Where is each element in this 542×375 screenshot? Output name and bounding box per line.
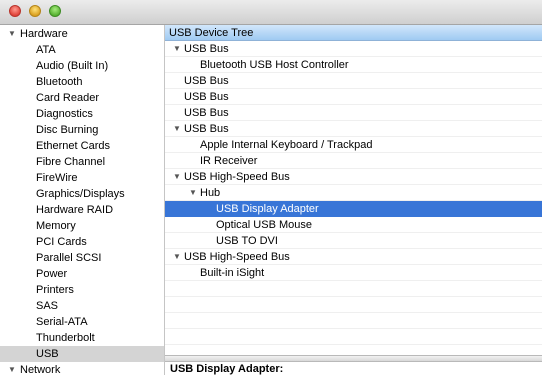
tree-row-usb-high-speed-bus[interactable]: ▼ USB High-Speed Bus	[165, 169, 542, 185]
tree-row-label: USB High-Speed Bus	[184, 251, 290, 263]
sidebar-item-label: Audio (Built In)	[36, 60, 109, 72]
tree-row-label: Built-in iSight	[200, 267, 265, 279]
sidebar-item-network[interactable]: ▼ Network	[0, 362, 164, 375]
disclosure-triangle-icon[interactable]: ▼	[173, 249, 181, 265]
sidebar-item-graphics-displays[interactable]: Graphics/Displays	[0, 186, 164, 202]
sidebar-item-label: USB	[36, 348, 59, 360]
tree-row-label: USB Display Adapter	[216, 203, 319, 215]
sidebar-item-label: Card Reader	[36, 92, 99, 104]
sidebar-item-sas[interactable]: SAS	[0, 298, 164, 314]
detail-title: USB Display Adapter:	[170, 363, 284, 375]
sidebar-item-label: Hardware	[20, 28, 68, 40]
tree-row-label: USB Bus	[184, 43, 229, 55]
sidebar-item-label: Hardware RAID	[36, 204, 114, 216]
tree-row-label: Hub	[200, 187, 221, 199]
tree-row-label: USB Bus	[184, 107, 229, 119]
tree-row-label: USB High-Speed Bus	[184, 171, 290, 183]
device-tree-header[interactable]: USB Device Tree	[165, 25, 542, 41]
tree-row-empty	[165, 297, 542, 313]
sidebar-item-power[interactable]: Power	[0, 266, 164, 282]
disclosure-triangle-icon[interactable]: ▼	[173, 121, 181, 137]
sidebar-item-label: Ethernet Cards	[36, 140, 110, 152]
minimize-window-button[interactable]	[29, 5, 41, 17]
tree-row-usb-bus[interactable]: USB Bus	[165, 89, 542, 105]
tree-row-empty	[165, 313, 542, 329]
sidebar-item-hardware[interactable]: ▼ Hardware	[0, 26, 164, 42]
tree-row-built-in-isight[interactable]: Built-in iSight	[165, 265, 542, 281]
tree-row-usb-high-speed-bus[interactable]: ▼ USB High-Speed Bus	[165, 249, 542, 265]
tree-row-label: Bluetooth USB Host Controller	[200, 59, 349, 71]
sidebar-item-label: Bluetooth	[36, 76, 83, 88]
sidebar-item-label: SAS	[36, 300, 59, 312]
sidebar-item-card-reader[interactable]: Card Reader	[0, 90, 164, 106]
tree-row-label: Apple Internal Keyboard / Trackpad	[200, 139, 373, 151]
tree-row-label: USB Bus	[184, 123, 229, 135]
tree-row-label: IR Receiver	[200, 155, 258, 167]
sidebar-item-disc-burning[interactable]: Disc Burning	[0, 122, 164, 138]
close-window-button[interactable]	[9, 5, 21, 17]
tree-row-empty	[165, 329, 542, 345]
disclosure-triangle-icon[interactable]: ▼	[8, 26, 16, 42]
sidebar-item-label: ATA	[36, 44, 56, 56]
tree-row-label: USB Bus	[184, 75, 229, 87]
sidebar-item-label: Graphics/Displays	[36, 188, 125, 200]
sidebar-item-label: Printers	[36, 284, 74, 296]
tree-row-usb-bus[interactable]: ▼ USB Bus	[165, 121, 542, 137]
tree-row-usb-display-adapter[interactable]: USB Display Adapter	[165, 201, 542, 217]
sidebar-item-hardware-raid[interactable]: Hardware RAID	[0, 202, 164, 218]
sidebar-item-diagnostics[interactable]: Diagnostics	[0, 106, 164, 122]
tree-row-usb-bus[interactable]: USB Bus	[165, 105, 542, 121]
main-pane: USB Device Tree ▼ USB Bus Bluetooth USB Ho…	[165, 25, 542, 375]
tree-row-empty	[165, 281, 542, 297]
sidebar-item-usb[interactable]: USB	[0, 346, 164, 362]
sidebar: ▼ Hardware ATA Audio (Built In) Bluetooth Car…	[0, 25, 165, 375]
sidebar-item-thunderbolt[interactable]: Thunderbolt	[0, 330, 164, 346]
tree-row-hub[interactable]: ▼ Hub	[165, 185, 542, 201]
tree-row-usb-bus[interactable]: USB Bus	[165, 73, 542, 89]
sidebar-item-label: Parallel SCSI	[36, 252, 102, 264]
sidebar-item-ethernet-cards[interactable]: Ethernet Cards	[0, 138, 164, 154]
tree-row-label: Optical USB Mouse	[216, 219, 312, 231]
sidebar-item-ata[interactable]: ATA	[0, 42, 164, 58]
tree-row-label: USB TO DVI	[216, 235, 278, 247]
usb-device-tree: ▼ USB Bus Bluetooth USB Host Controller USB…	[165, 41, 542, 355]
zoom-window-button[interactable]	[49, 5, 61, 17]
tree-row-bluetooth-usb-host-controller[interactable]: Bluetooth USB Host Controller	[165, 57, 542, 73]
disclosure-triangle-icon[interactable]: ▼	[8, 362, 16, 375]
sidebar-item-audio-built-in[interactable]: Audio (Built In)	[0, 58, 164, 74]
sidebar-item-label: Memory	[36, 220, 76, 232]
sidebar-item-fibre-channel[interactable]: Fibre Channel	[0, 154, 164, 170]
sidebar-item-label: Fibre Channel	[36, 156, 106, 168]
detail-pane: USB Display Adapter:	[165, 362, 542, 375]
tree-row-label: USB Bus	[184, 91, 229, 103]
tree-row-optical-usb-mouse[interactable]: Optical USB Mouse	[165, 217, 542, 233]
pane-splitter[interactable]	[165, 355, 542, 362]
sidebar-item-parallel-scsi[interactable]: Parallel SCSI	[0, 250, 164, 266]
tree-row-usb-to-dvi[interactable]: USB TO DVI	[165, 233, 542, 249]
tree-row-apple-internal-keyboard-trackpad[interactable]: Apple Internal Keyboard / Trackpad	[165, 137, 542, 153]
sidebar-item-label: Power	[36, 268, 68, 280]
sidebar-item-serial-ata[interactable]: Serial-ATA	[0, 314, 164, 330]
disclosure-triangle-icon[interactable]: ▼	[173, 169, 181, 185]
sidebar-item-label: PCI Cards	[36, 236, 87, 248]
sidebar-item-label: FireWire	[36, 172, 78, 184]
sidebar-item-label: Thunderbolt	[36, 332, 95, 344]
disclosure-triangle-icon[interactable]: ▼	[189, 185, 197, 201]
sidebar-item-memory[interactable]: Memory	[0, 218, 164, 234]
sidebar-item-printers[interactable]: Printers	[0, 282, 164, 298]
sidebar-item-label: Serial-ATA	[36, 316, 88, 328]
sidebar-item-label: Network	[20, 364, 61, 375]
sidebar-item-firewire[interactable]: FireWire	[0, 170, 164, 186]
sidebar-item-pci-cards[interactable]: PCI Cards	[0, 234, 164, 250]
title-bar	[0, 0, 542, 25]
tree-row-usb-bus[interactable]: ▼ USB Bus	[165, 41, 542, 57]
sidebar-item-label: Diagnostics	[36, 108, 93, 120]
sidebar-item-label: Disc Burning	[36, 124, 99, 136]
tree-row-ir-receiver[interactable]: IR Receiver	[165, 153, 542, 169]
tree-row-empty	[165, 345, 542, 355]
disclosure-triangle-icon[interactable]: ▼	[173, 41, 181, 57]
sidebar-item-bluetooth[interactable]: Bluetooth	[0, 74, 164, 90]
